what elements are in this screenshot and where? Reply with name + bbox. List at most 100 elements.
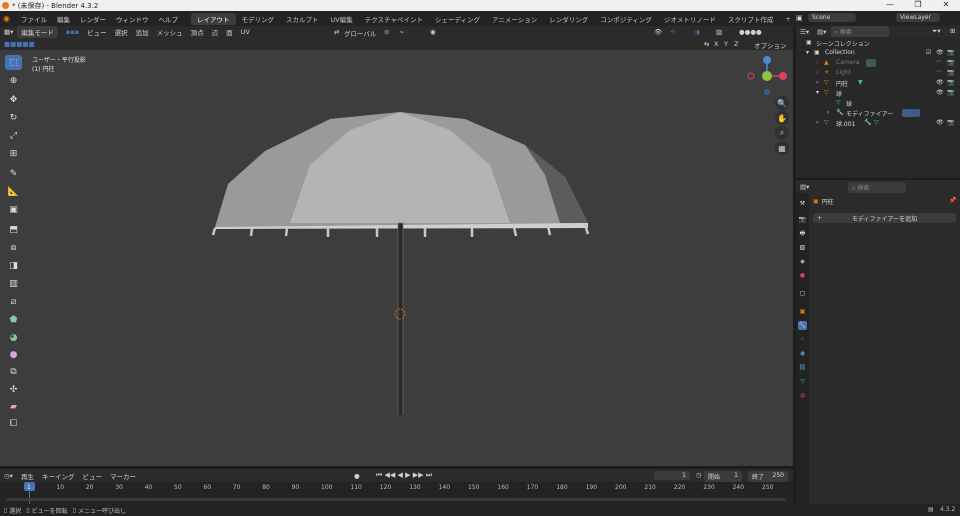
- shear-tool-icon[interactable]: ▰: [5, 399, 22, 414]
- menu-mesh[interactable]: メッシュ: [153, 27, 187, 37]
- world-tab-icon[interactable]: ●: [798, 271, 807, 280]
- view-object-types-icon[interactable]: 👁: [650, 28, 666, 36]
- scene-collection-row[interactable]: ▣ シーンコレクション: [796, 39, 960, 49]
- render-camera-icon[interactable]: 📷: [947, 49, 954, 56]
- menu-face[interactable]: 面: [222, 27, 237, 37]
- bevel-tool-icon[interactable]: ◨: [5, 258, 22, 273]
- tab-modeling[interactable]: モデリング: [236, 13, 281, 25]
- menu-keying[interactable]: キーイング: [38, 471, 79, 481]
- render-camera-icon[interactable]: 📷: [947, 89, 954, 96]
- render-camera-icon[interactable]: 📷: [947, 69, 954, 76]
- shrink-fatten-tool-icon[interactable]: ✣: [5, 382, 22, 397]
- poly-build-tool-icon[interactable]: ⬟: [5, 312, 22, 327]
- menu-marker[interactable]: マーカー: [106, 471, 140, 481]
- outliner-row-light[interactable]: › ☀ Light ⌒ 📷: [796, 69, 960, 79]
- proportional-edit-icon[interactable]: ◉: [426, 28, 440, 36]
- gizmo-toggle-icon[interactable]: ⟲: [666, 28, 679, 36]
- output-tab-icon[interactable]: 🖶: [798, 229, 807, 238]
- shading-modes-icon[interactable]: ●●●●: [735, 28, 766, 36]
- snap-icon[interactable]: ⌁: [396, 28, 408, 36]
- scene-tab-icon[interactable]: ◈: [798, 257, 807, 266]
- measure-tool-icon[interactable]: 📐: [5, 184, 22, 199]
- particles-tab-icon[interactable]: ⁘: [798, 335, 807, 344]
- 3d-viewport[interactable]: ユーザー・平行投影 (1) 円柱 ⬚ ⊕ ✥ ↻ ⤢ ⊞ ✎ 📐 ▣ ⬒ ⧈ ◨…: [0, 50, 793, 466]
- checkbox-icon[interactable]: ☑: [926, 49, 931, 56]
- tab-uv-edit[interactable]: UV編集: [325, 13, 359, 25]
- expand-icon[interactable]: ›: [816, 69, 818, 76]
- timeline-body[interactable]: 1 10 20 30 40 50 60 70 80 90 100 110 120 130 140 150 160…: [0, 482, 793, 504]
- cursor-tool-icon[interactable]: ⊕: [5, 73, 22, 88]
- collection-tab-icon[interactable]: ▢: [798, 289, 807, 298]
- physics-tab-icon[interactable]: ◉: [798, 349, 807, 358]
- scale-tool-icon[interactable]: ⤢: [5, 128, 22, 143]
- outliner-row-camera[interactable]: › ▲ Camera ⌒ 📷: [796, 59, 960, 69]
- select-box-tool-icon[interactable]: ⬚: [5, 55, 22, 70]
- tab-sculpt[interactable]: スカルプト: [280, 13, 325, 25]
- menu-timeline-view[interactable]: ビュー: [78, 471, 106, 481]
- select-mode-icons[interactable]: ▪▪▪: [62, 28, 83, 36]
- navigation-gizmo[interactable]: [745, 54, 789, 98]
- view-layer-tab-icon[interactable]: ▧: [798, 243, 807, 252]
- overlay-toggle-icon[interactable]: ◑: [690, 28, 704, 36]
- extrude-tool-icon[interactable]: ⬒: [5, 222, 22, 237]
- zoom-icon[interactable]: 🔍: [775, 96, 789, 110]
- outliner-editor-icon[interactable]: ☰▾: [796, 28, 813, 36]
- current-frame-field[interactable]: 1: [654, 471, 690, 480]
- properties-editor-icon[interactable]: ▤▾: [796, 183, 813, 191]
- outliner-row-cylinder[interactable]: › ▽ 円柱 ▼ 👁 📷: [796, 79, 960, 89]
- tab-scripting[interactable]: スクリプト作成: [722, 13, 780, 25]
- modifier-tab-icon[interactable]: 🔧: [798, 321, 807, 330]
- outliner-search-input[interactable]: ⌕ 検索: [830, 25, 889, 38]
- constraints-tab-icon[interactable]: ⛓: [798, 363, 807, 372]
- blender-menu-icon[interactable]: ◉: [0, 14, 16, 23]
- outliner-row-modifiers[interactable]: › 🔧 モディファイアー: [796, 109, 960, 119]
- visibility-eye-icon[interactable]: 👁: [936, 79, 944, 86]
- playback-controls-icon[interactable]: ⏮ ◀◀ ◀ ▶ ▶▶ ⏭: [372, 471, 436, 480]
- inset-tool-icon[interactable]: ⧈: [5, 240, 22, 255]
- menu-view[interactable]: ビュー: [83, 27, 111, 37]
- menu-edge[interactable]: 辺: [208, 27, 223, 37]
- umbrella-mesh[interactable]: [200, 105, 600, 415]
- object-tab-icon[interactable]: ▣: [798, 307, 807, 316]
- menu-uv[interactable]: UV: [237, 28, 254, 36]
- select-mode-group-icon[interactable]: ■■■■■: [0, 40, 39, 48]
- menu-select[interactable]: 選択: [111, 27, 132, 37]
- transform-orientation-selector[interactable]: グローバル: [340, 28, 380, 38]
- rotate-tool-icon[interactable]: ↻: [5, 110, 22, 125]
- pin-icon[interactable]: 📌: [949, 197, 956, 204]
- render-tab-icon[interactable]: 📷: [798, 215, 807, 224]
- render-camera-icon[interactable]: 📷: [947, 79, 954, 86]
- expand-icon[interactable]: ▾: [816, 89, 819, 96]
- knife-tool-icon[interactable]: ⧄: [5, 294, 22, 309]
- options-dropdown[interactable]: オプション: [750, 40, 791, 50]
- start-frame-field[interactable]: 開始 1: [704, 471, 742, 482]
- annotate-tool-icon[interactable]: ✎: [5, 166, 22, 181]
- expand-icon[interactable]: ▾: [806, 49, 809, 56]
- maximize-button[interactable]: ❐: [904, 0, 932, 9]
- loop-cut-tool-icon[interactable]: ▥: [5, 276, 22, 291]
- tab-animation[interactable]: アニメーション: [486, 13, 543, 25]
- new-collection-icon[interactable]: ⊞: [946, 27, 959, 35]
- add-cube-tool-icon[interactable]: ▣: [5, 202, 22, 217]
- menu-window[interactable]: ウィンドウ: [111, 14, 154, 24]
- tab-compositing[interactable]: コンポジティング: [594, 13, 658, 25]
- editor-type-icon[interactable]: ▦▾: [0, 28, 17, 36]
- timeline-scrollbar[interactable]: [6, 498, 786, 501]
- tool-tab-icon[interactable]: ⚒: [798, 199, 807, 208]
- pivot-icon[interactable]: ⊙: [380, 28, 393, 36]
- add-workspace-button[interactable]: +: [779, 14, 796, 24]
- menu-vertex[interactable]: 頂点: [187, 27, 208, 37]
- material-tab-icon[interactable]: ◍: [798, 391, 807, 400]
- expand-icon[interactable]: ›: [827, 109, 829, 116]
- outliner-display-mode-icon[interactable]: ▤▾: [813, 28, 830, 36]
- move-tool-icon[interactable]: ✥: [5, 92, 22, 107]
- end-frame-field[interactable]: 終了 250: [748, 471, 788, 482]
- auto-key-icon[interactable]: ●: [350, 472, 364, 480]
- edge-slide-tool-icon[interactable]: ⧉: [5, 364, 22, 379]
- outliner-row-sphere[interactable]: ▾ ▽ 球 👁 📷: [796, 89, 960, 99]
- outliner-filter-icon[interactable]: ⏷▾: [928, 27, 944, 36]
- mirror-z-toggle[interactable]: Z: [730, 40, 742, 48]
- transform-tool-icon[interactable]: ⊞: [5, 146, 22, 161]
- xray-toggle-icon[interactable]: ▨: [712, 28, 726, 36]
- expand-icon[interactable]: ›: [816, 79, 818, 86]
